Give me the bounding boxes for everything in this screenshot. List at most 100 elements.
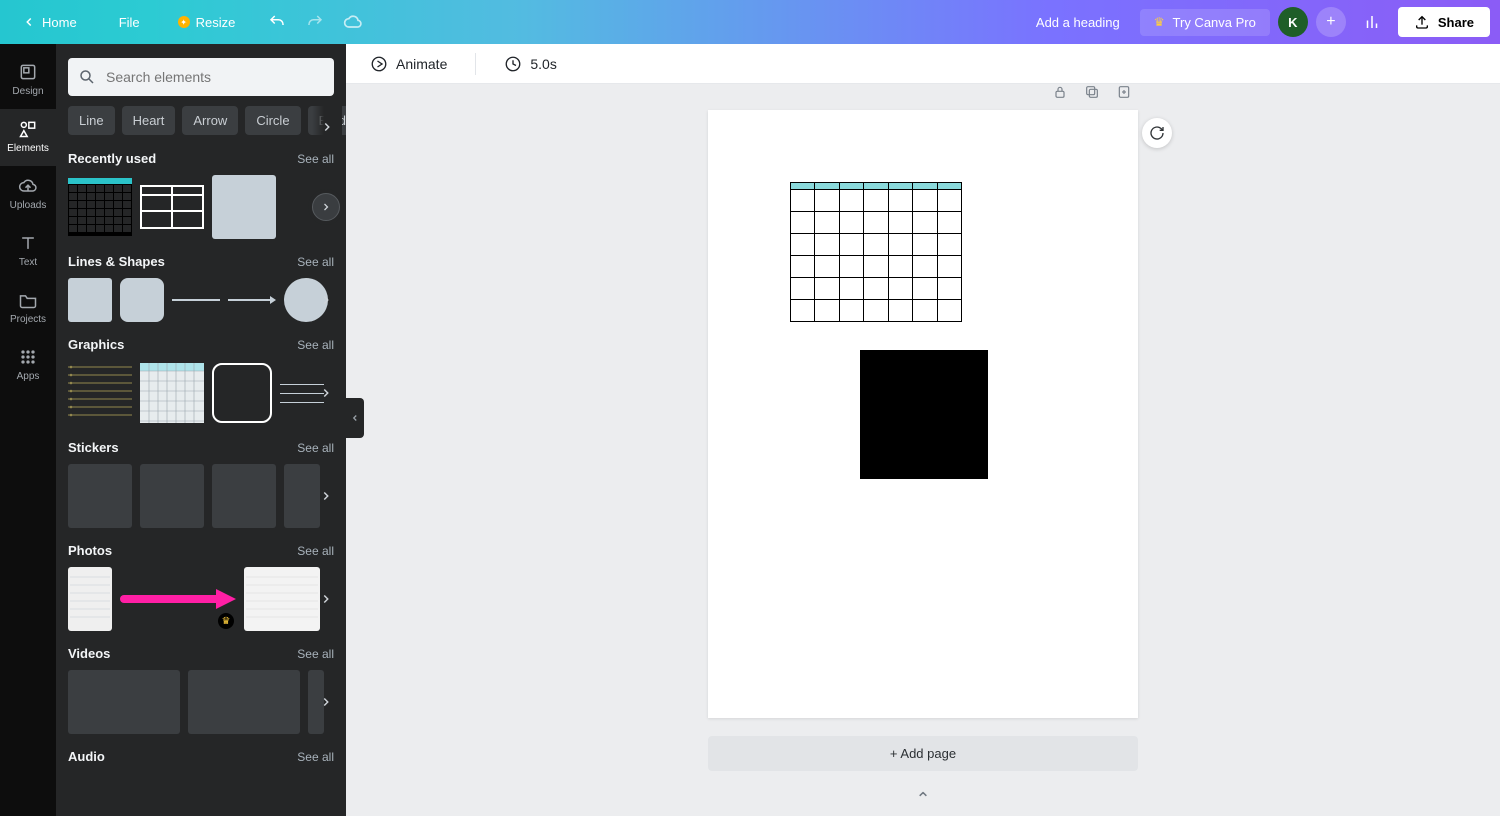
- see-all-lines-shapes[interactable]: See all: [297, 255, 334, 269]
- element-calendar[interactable]: [790, 182, 962, 322]
- thumb-rounded-square[interactable]: [120, 278, 164, 322]
- thumb-square[interactable]: [68, 278, 112, 322]
- topbar: Home File ✦ Resize Add a heading ♛ Try C…: [0, 0, 1500, 44]
- duration-label: 5.0s: [530, 56, 556, 72]
- add-page-label: + Add page: [890, 746, 956, 761]
- chip-circle[interactable]: Circle: [245, 106, 300, 135]
- rail-text-label: Text: [19, 257, 37, 268]
- lines-shapes-row: [68, 277, 334, 323]
- file-label: File: [119, 15, 140, 30]
- plus-icon: +: [1326, 13, 1335, 31]
- animate-icon: [370, 55, 388, 73]
- thumb-video-1[interactable]: [68, 670, 180, 734]
- thumb-video-2[interactable]: [188, 670, 300, 734]
- share-label: Share: [1438, 15, 1474, 30]
- search-input-wrapper[interactable]: [68, 58, 334, 96]
- chevron-right-icon: [319, 489, 333, 503]
- rail-projects[interactable]: Projects: [0, 280, 56, 337]
- see-all-recently-used[interactable]: See all: [297, 152, 334, 166]
- lock-icon[interactable]: [1052, 84, 1068, 100]
- rail-projects-label: Projects: [10, 314, 46, 325]
- stage[interactable]: + Add page: [346, 84, 1500, 816]
- thumb-sticker-1[interactable]: [68, 464, 132, 528]
- line-icon: [172, 297, 220, 303]
- chevron-right-icon: [320, 201, 332, 213]
- section-graphics: Graphics See all: [56, 333, 346, 436]
- recently-used-more[interactable]: [312, 193, 340, 221]
- graphics-more[interactable]: [312, 379, 340, 407]
- notebook-lines-icon: [68, 363, 132, 423]
- new-page-icon[interactable]: [1116, 84, 1132, 100]
- lines-shapes-more[interactable]: [312, 286, 340, 314]
- home-label: Home: [42, 15, 77, 30]
- duplicate-icon[interactable]: [1084, 84, 1100, 100]
- animate-button[interactable]: Animate: [360, 49, 457, 79]
- context-toolbar: Animate 5.0s: [346, 44, 1500, 84]
- stickers-more[interactable]: [312, 482, 340, 510]
- panel-collapse-handle[interactable]: [346, 398, 364, 438]
- thumb-notebook-lines[interactable]: [68, 363, 132, 423]
- refresh-icon: [1149, 125, 1165, 141]
- insights-button[interactable]: [1354, 4, 1390, 40]
- chevron-left-icon: [350, 413, 360, 423]
- cloud-sync-button[interactable]: [335, 4, 371, 40]
- thumb-table-4cell[interactable]: [140, 183, 204, 231]
- avatar[interactable]: K: [1278, 7, 1308, 37]
- duration-button[interactable]: 5.0s: [494, 49, 566, 79]
- thumb-arrow-line[interactable]: [228, 278, 276, 322]
- see-all-photos[interactable]: See all: [297, 544, 334, 558]
- resize-button[interactable]: ✦ Resize: [166, 9, 248, 36]
- photos-more[interactable]: [312, 585, 340, 613]
- thumb-sticker-2[interactable]: [140, 464, 204, 528]
- chip-arrow[interactable]: Arrow: [182, 106, 238, 135]
- add-page-button[interactable]: + Add page: [708, 736, 1138, 771]
- chips-scroll-right[interactable]: [312, 106, 342, 147]
- add-member-button[interactable]: +: [1316, 7, 1346, 37]
- try-pro-label: Try Canva Pro: [1173, 15, 1256, 30]
- cloud-icon: [343, 12, 363, 32]
- thumb-sticker-3[interactable]: [212, 464, 276, 528]
- thumb-calendar-graphic[interactable]: [68, 178, 132, 236]
- search-input[interactable]: [106, 69, 324, 85]
- add-heading-field[interactable]: Add a heading: [1024, 9, 1132, 36]
- home-button[interactable]: Home: [10, 9, 89, 36]
- zoom-handle[interactable]: ⌃: [915, 789, 930, 810]
- see-all-graphics[interactable]: See all: [297, 338, 334, 352]
- thumb-calendar-small[interactable]: [140, 363, 204, 423]
- chevron-right-icon: [319, 386, 333, 400]
- thumb-photo-arrow[interactable]: ♛: [120, 567, 236, 631]
- rail-apps[interactable]: Apps: [0, 337, 56, 394]
- section-title: Audio: [68, 749, 105, 764]
- canvas-page[interactable]: [708, 110, 1138, 718]
- rail-elements[interactable]: Elements: [0, 109, 56, 166]
- element-black-square[interactable]: [860, 350, 988, 479]
- rail-apps-label: Apps: [17, 371, 40, 382]
- chip-heart[interactable]: Heart: [122, 106, 176, 135]
- share-button[interactable]: Share: [1398, 7, 1490, 37]
- reset-view-button[interactable]: [1142, 118, 1172, 148]
- try-canva-pro-button[interactable]: ♛ Try Canva Pro: [1140, 9, 1270, 36]
- rail-uploads[interactable]: Uploads: [0, 166, 56, 223]
- section-title: Graphics: [68, 337, 124, 352]
- rail-design[interactable]: Design: [0, 52, 56, 109]
- file-menu[interactable]: File: [107, 9, 152, 36]
- rail-elements-label: Elements: [7, 143, 49, 154]
- section-stickers: Stickers See all: [56, 436, 346, 539]
- photos-row: ♛: [68, 566, 334, 632]
- see-all-videos[interactable]: See all: [297, 647, 334, 661]
- undo-button[interactable]: [259, 4, 295, 40]
- thumb-photo-1[interactable]: [68, 567, 112, 631]
- thumb-line[interactable]: [172, 278, 220, 322]
- thumb-photo-3[interactable]: [244, 567, 320, 631]
- videos-more[interactable]: [312, 688, 340, 716]
- see-all-audio[interactable]: See all: [297, 750, 334, 764]
- section-title: Photos: [68, 543, 112, 558]
- section-title: Videos: [68, 646, 110, 661]
- redo-button[interactable]: [297, 4, 333, 40]
- see-all-stickers[interactable]: See all: [297, 441, 334, 455]
- rail-text[interactable]: Text: [0, 223, 56, 280]
- separator: [475, 53, 476, 75]
- chip-line[interactable]: Line: [68, 106, 115, 135]
- thumb-square-shape[interactable]: [212, 175, 276, 239]
- thumb-rounded-frame[interactable]: [212, 363, 272, 423]
